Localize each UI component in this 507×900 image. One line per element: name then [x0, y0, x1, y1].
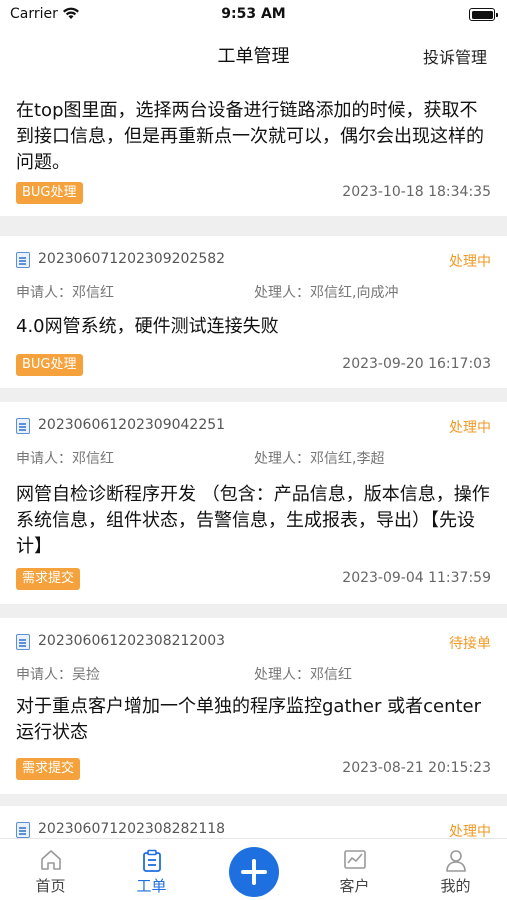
home-icon	[39, 849, 63, 875]
ticket-time: 2023-10-18 18:34:35	[342, 184, 491, 200]
tab-bar: 首页 工单 客户 我的	[0, 838, 507, 900]
nav-bar: 工单管理 投诉管理	[0, 30, 507, 78]
document-icon	[16, 822, 30, 838]
ticket-list[interactable]: 在top图里面，选择两台设备进行链路添加的时候，获取不到接口信息，但是再重新点一…	[0, 78, 507, 838]
battery-icon	[469, 8, 498, 21]
tab-tickets[interactable]: 工单	[101, 839, 202, 900]
ticket-status: 处理中	[449, 420, 491, 436]
ticket-type-tag: BUG处理	[16, 354, 83, 376]
ticket-card[interactable]: 202306071202308282118 处理中	[0, 806, 507, 838]
ticket-status: 处理中	[449, 254, 491, 270]
status-bar: Carrier 9:53 AM	[0, 0, 507, 30]
chart-icon	[343, 849, 367, 875]
ticket-card[interactable]: 202306071202309202582 处理中 申请人：邓信红 处理人：邓信…	[0, 236, 507, 388]
tab-label: 工单	[136, 877, 167, 895]
ticket-number: 202306061202308212003	[38, 633, 226, 649]
ticket-time: 2023-09-04 11:37:59	[342, 570, 491, 586]
ticket-applicant: 申请人：邓信红	[16, 451, 114, 467]
ticket-applicant: 申请人：吴捡	[16, 667, 100, 683]
tab-me[interactable]: 我的	[405, 839, 506, 900]
ticket-description: 4.0网管系统，硬件测试连接失败	[16, 316, 279, 337]
ticket-handler: 处理人：邓信红	[254, 667, 352, 683]
ticket-applicant: 申请人：邓信红	[16, 285, 114, 301]
ticket-handler: 处理人：邓信红,向成冲	[254, 285, 399, 301]
document-icon	[16, 252, 30, 268]
ticket-type-tag: 需求提交	[16, 758, 81, 780]
ticket-status: 待接单	[449, 636, 491, 652]
ticket-card[interactable]: 202306061202309042251 处理中 申请人：邓信红 处理人：邓信…	[0, 402, 507, 604]
ticket-number: 202306071202308282118	[38, 821, 226, 837]
ticket-time: 2023-09-20 16:17:03	[342, 356, 491, 372]
ticket-time: 2023-08-21 20:15:23	[342, 760, 491, 776]
ticket-number: 202306071202309202582	[38, 251, 226, 267]
ticket-description: 网管自检诊断程序开发 （包含：产品信息，版本信息，操作系统信息，组件状态，告警信…	[16, 484, 490, 557]
tab-home[interactable]: 首页	[0, 839, 101, 900]
document-icon	[16, 418, 30, 434]
document-icon	[16, 634, 30, 650]
ticket-number: 202306061202309042251	[38, 417, 226, 433]
clock: 9:53 AM	[221, 6, 286, 22]
ticket-handler: 处理人：邓信红,李超	[254, 451, 385, 467]
ticket-status: 处理中	[449, 824, 491, 838]
tab-label: 客户	[339, 877, 370, 895]
ticket-description: 对于重点客户增加一个单独的程序监控gather 或者center运行状态	[16, 696, 482, 743]
add-ticket-button[interactable]	[229, 847, 279, 897]
ticket-description: 在top图里面，选择两台设备进行链路添加的时候，获取不到接口信息，但是再重新点一…	[16, 100, 484, 173]
ticket-card[interactable]: 202306061202308212003 待接单 申请人：吴捡 处理人：邓信红…	[0, 618, 507, 794]
ticket-type-tag: BUG处理	[16, 182, 83, 204]
clipboard-icon	[141, 849, 163, 877]
person-icon	[445, 849, 467, 877]
ticket-type-tag: 需求提交	[16, 568, 81, 590]
tab-label: 首页	[35, 877, 66, 895]
complaint-management-link[interactable]: 投诉管理	[423, 44, 487, 68]
tab-customers[interactable]: 客户	[304, 839, 405, 900]
ticket-card[interactable]: 在top图里面，选择两台设备进行链路添加的时候，获取不到接口信息，但是再重新点一…	[0, 78, 507, 216]
tab-label: 我的	[440, 877, 471, 895]
